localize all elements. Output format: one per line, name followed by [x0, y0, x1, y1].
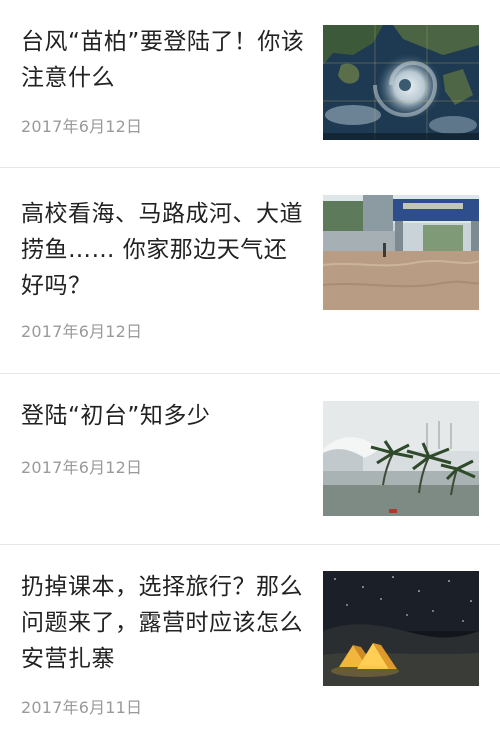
article-date: 2017年6月11日: [21, 698, 143, 717]
article-date: 2017年6月12日: [21, 322, 143, 341]
article-title: 扔掉课本，选择旅行？那么问题来了，露营时应该怎么安营扎寨: [21, 574, 303, 672]
article-thumbnail: [323, 401, 479, 516]
article-item[interactable]: 扔掉课本，选择旅行？那么问题来了，露营时应该怎么安营扎寨 2017年6月11日: [0, 545, 500, 742]
night-camping-tents-image: [323, 571, 479, 686]
article-item[interactable]: 台风“苗柏”要登陆了！你该注意什么 2017年6月12日: [0, 0, 500, 168]
article-thumbnail: [323, 195, 479, 310]
article-title: 登陆“初台”知多少: [21, 403, 211, 429]
article-title: 高校看海、马路成河、大道捞鱼…… 你家那边天气还好吗？: [21, 201, 303, 299]
article-date: 2017年6月12日: [21, 458, 143, 477]
article-feed: 台风“苗柏”要登陆了！你该注意什么 2017年6月12日 高校看海、马路成河、大…: [0, 0, 500, 742]
article-title: 台风“苗柏”要登陆了！你该注意什么: [21, 29, 305, 91]
flooded-campus-street-image: [323, 195, 479, 310]
article-thumbnail: [323, 25, 479, 140]
article-date: 2017年6月12日: [21, 117, 143, 136]
article-item[interactable]: 登陆“初台”知多少 2017年6月12日: [0, 374, 500, 544]
article-item[interactable]: 高校看海、马路成河、大道捞鱼…… 你家那边天气还好吗？ 2017年6月12日: [0, 168, 500, 373]
satellite-typhoon-image: [323, 25, 479, 140]
article-thumbnail: [323, 571, 479, 686]
storm-waves-palm-trees-image: [323, 401, 479, 516]
